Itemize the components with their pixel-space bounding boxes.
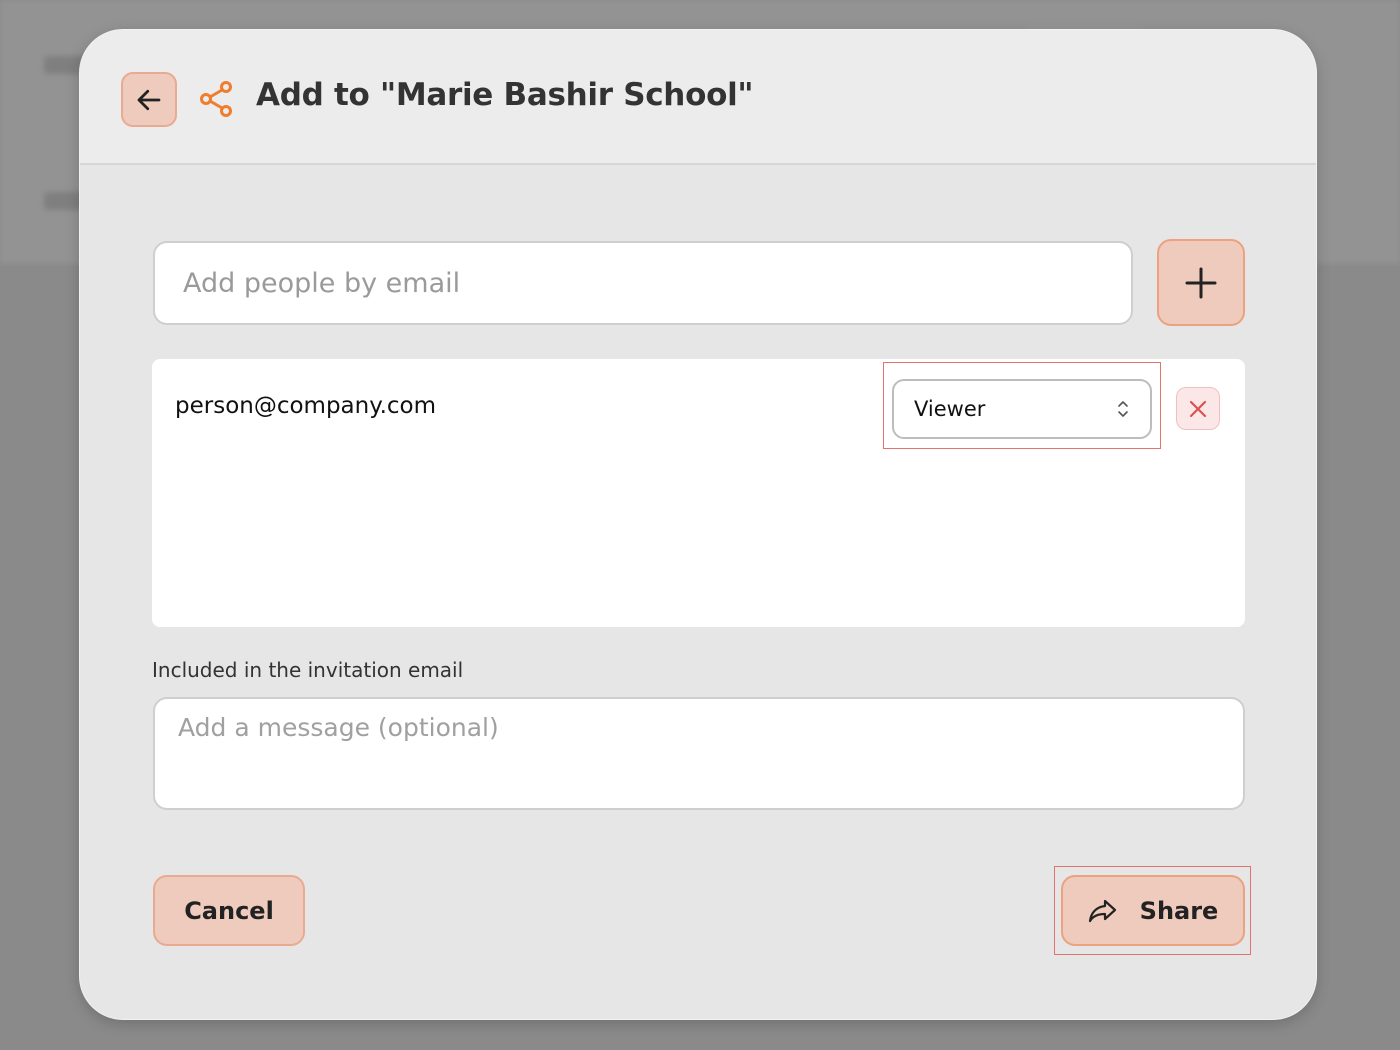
role-select[interactable]: Viewer xyxy=(892,379,1152,439)
plus-icon xyxy=(1185,267,1217,298)
email-input[interactable] xyxy=(153,241,1133,325)
remove-person-button[interactable] xyxy=(1176,387,1220,430)
share-button-label: Share xyxy=(1139,896,1219,925)
message-input[interactable] xyxy=(153,697,1245,810)
dialog-title: Add to "Marie Bashir School" xyxy=(256,77,754,113)
role-select-value: Viewer xyxy=(914,397,986,421)
share-nodes-icon xyxy=(200,81,232,117)
person-email: person@company.com xyxy=(175,393,436,419)
chevron-up-down-icon xyxy=(1118,401,1128,417)
back-button[interactable] xyxy=(121,72,177,127)
arrow-left-icon xyxy=(137,89,161,110)
cancel-button[interactable]: Cancel xyxy=(153,875,305,946)
forward-arrow-icon xyxy=(1088,899,1116,922)
add-person-button[interactable] xyxy=(1157,239,1245,326)
close-icon xyxy=(1189,400,1207,417)
share-dialog: Add to "Marie Bashir School" person@comp… xyxy=(79,29,1317,1020)
people-list: person@company.com Viewer xyxy=(152,359,1245,627)
message-label: Included in the invitation email xyxy=(152,658,464,682)
share-button[interactable]: Share xyxy=(1061,875,1245,946)
dialog-header: Add to "Marie Bashir School" xyxy=(80,30,1316,165)
